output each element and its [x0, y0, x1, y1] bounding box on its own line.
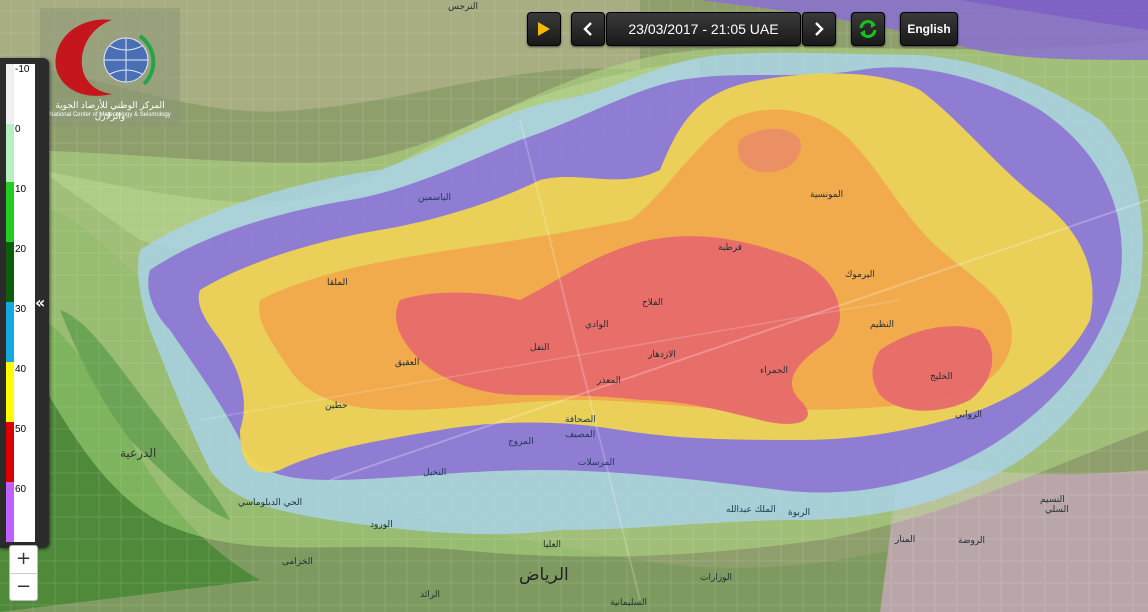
map-label-sulaymaniyah: السليمانية — [610, 598, 647, 608]
map-label-rawabi: الروابي — [955, 410, 983, 420]
legend-label: 20 — [15, 244, 27, 255]
chevron-right-icon — [815, 22, 824, 36]
next-frame-button[interactable] — [802, 12, 836, 46]
map-label-khaleej: الخليج — [930, 372, 953, 382]
chevron-left-icon — [583, 22, 592, 36]
legend-label: -10 — [15, 64, 30, 75]
map-label-manar: المنار — [895, 535, 916, 545]
map-label-munsiyah: المونسية — [810, 190, 844, 200]
legend-label: 50 — [15, 424, 27, 435]
ncms-logo: المركز الوطني للأرصاد الجوية والزلازل Na… — [40, 8, 180, 126]
map-label-wadi: الوادي — [585, 320, 609, 330]
map-label-raed: الرائد — [420, 590, 440, 600]
map-label-yasmin: الياسمين — [418, 193, 452, 203]
double-chevron-left-icon: « — [35, 293, 46, 312]
map-label-olaya: العليا — [543, 540, 562, 550]
legend-label: 0 — [15, 124, 21, 135]
map-label-wizarat: الوزارات — [700, 573, 733, 583]
map-label-mursalat: المرسلات — [578, 458, 615, 468]
zoom-out-button[interactable]: − — [10, 574, 37, 601]
map-label-naseem: النسيم — [1040, 495, 1065, 505]
map-label-diplomatic: الحي الدبلوماسي — [238, 498, 303, 508]
map-label-wurud: الورود — [370, 520, 393, 530]
map-label-falah: الفلاح — [642, 298, 663, 308]
map-label-qurtubah: قرطبة — [718, 243, 742, 253]
map-label-riyadh: الرياض — [519, 565, 569, 585]
legend-label-strip — [14, 64, 35, 542]
map-label-nazeem: النظيم — [870, 320, 895, 330]
zoom-in-button[interactable]: + — [10, 546, 37, 574]
map-label-yarmouk: اليرموك — [845, 270, 875, 280]
refresh-icon — [859, 20, 877, 38]
map-label-narjis: النرجس — [448, 2, 478, 12]
refresh-button[interactable] — [851, 12, 885, 46]
play-button[interactable] — [527, 12, 561, 46]
map-label-rawdah: الروضة — [958, 536, 986, 546]
datetime-display: 23/03/2017 - 21:05 UAE — [606, 12, 801, 46]
map-label-aqiq: العقيق — [395, 358, 420, 368]
logo-english-text: National Center of Meteorology & Seismol… — [49, 112, 171, 118]
map-label-hittin: حطين — [325, 401, 348, 411]
map-label-king-abdullah: الملك عبدالله — [726, 505, 776, 515]
legend-label: 60 — [15, 484, 27, 495]
language-toggle-button[interactable]: English — [900, 12, 958, 46]
map-label-nakheel: النخيل — [423, 468, 447, 478]
map-label-nafal: النفل — [530, 343, 550, 353]
map-label-masif: المصيف — [565, 430, 596, 440]
map-label-sahafa: الصحافة — [565, 415, 596, 425]
legend-label: 30 — [15, 304, 27, 315]
map-label-sulay: السلي — [1045, 505, 1069, 515]
legend-color-bar — [6, 64, 14, 542]
previous-frame-button[interactable] — [571, 12, 605, 46]
play-icon — [538, 22, 550, 36]
map-label-hamra: الحمراء — [760, 366, 788, 376]
map-label-murooj: المروج — [508, 437, 534, 447]
zoom-control: + − — [9, 545, 38, 601]
legend-label: 10 — [15, 184, 27, 195]
map-label-diriyah: الدرعية — [120, 446, 157, 460]
collapse-legend-button[interactable]: « — [35, 293, 45, 312]
map-label-izdihar: الازدهار — [648, 350, 676, 360]
logo-arabic-text: المركز الوطني للأرصاد الجوية والزلازل — [55, 100, 165, 121]
map-label-rabwah: الربوة — [788, 508, 811, 518]
map-label-maadher: المعذر — [597, 376, 621, 386]
legend-label: 40 — [15, 364, 27, 375]
map-label-malqa: الملقا — [327, 278, 348, 288]
map-label-khozama: الخزامى — [282, 557, 313, 567]
